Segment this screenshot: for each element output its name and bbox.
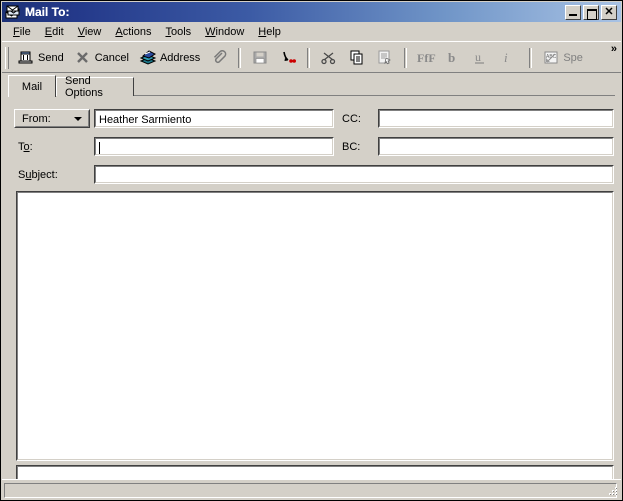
menu-tools[interactable]: Tools: [158, 24, 198, 40]
cc-label: CC:: [342, 113, 361, 125]
spellcheck-icon: ABC: [542, 49, 560, 66]
mail-compose-window: Mail To: ✕ File Edit View Actions Tools …: [0, 0, 623, 501]
svg-text:i: i: [504, 50, 508, 65]
italic-button[interactable]: i: [496, 46, 524, 70]
cancel-button[interactable]: Cancel: [69, 46, 134, 70]
send-options-button[interactable]: [274, 46, 302, 70]
spellcheck-button[interactable]: ABC Spe: [537, 46, 588, 70]
cut-scissors-icon: [320, 49, 338, 66]
bold-icon: b: [445, 49, 463, 66]
subject-label: Subject:: [18, 169, 58, 181]
close-icon: ✕: [604, 5, 614, 18]
title-bar[interactable]: Mail To: ✕: [2, 2, 621, 22]
send-mailbox-icon: [17, 49, 35, 66]
close-button[interactable]: ✕: [601, 4, 617, 20]
paste-icon: [376, 49, 394, 66]
save-floppy-icon: [251, 49, 269, 66]
address-book-icon: [139, 49, 157, 66]
send-button[interactable]: Send: [12, 46, 69, 70]
font-icon: FfF: [417, 49, 436, 66]
paste-button[interactable]: [371, 46, 399, 70]
status-bar: [2, 479, 621, 500]
toolbar-separator-4: [529, 47, 533, 68]
toolbar: Send Cancel Address FfF b u i ABC Spe »: [2, 41, 621, 73]
spellcheck-button-label: Spe: [563, 51, 583, 64]
bc-input[interactable]: [378, 137, 614, 156]
cut-button[interactable]: [315, 46, 343, 70]
menu-view[interactable]: View: [71, 24, 109, 40]
to-input[interactable]: [94, 137, 334, 156]
menu-help[interactable]: Help: [251, 24, 288, 40]
bold-button[interactable]: b: [440, 46, 468, 70]
toolbar-separator-1: [238, 47, 242, 68]
copy-icon: [348, 49, 366, 66]
copy-button[interactable]: [343, 46, 371, 70]
menu-file[interactable]: File: [6, 24, 38, 40]
mail-stack-icon: [5, 5, 21, 19]
to-label: To:: [18, 141, 33, 153]
menu-bar: File Edit View Actions Tools Window Help: [2, 22, 621, 41]
attach-paperclip-icon: [210, 49, 228, 66]
cc-input[interactable]: [378, 109, 614, 128]
send-options-icon: [279, 49, 297, 66]
toolbar-drag-handle[interactable]: [5, 46, 9, 69]
to-input-caret: [99, 142, 100, 154]
tab-send-options[interactable]: Send Options: [56, 75, 134, 99]
menu-actions[interactable]: Actions: [108, 24, 158, 40]
cancel-x-icon: [74, 49, 92, 66]
underline-icon: u: [473, 49, 491, 66]
toolbar-separator-2: [307, 47, 311, 68]
from-input[interactable]: Heather Sarmiento: [94, 109, 334, 128]
save-button[interactable]: [246, 46, 274, 70]
message-body-input[interactable]: [16, 191, 614, 461]
chevron-down-icon: [74, 116, 82, 121]
svg-text:FfF: FfF: [417, 51, 436, 65]
svg-text:u: u: [475, 50, 481, 64]
tab-mail-label: Mail: [21, 80, 43, 93]
send-button-label: Send: [38, 51, 64, 64]
underline-button[interactable]: u: [468, 46, 496, 70]
menu-edit[interactable]: Edit: [38, 24, 71, 40]
toolbar-separator-3: [404, 47, 408, 68]
subject-input[interactable]: [94, 165, 614, 184]
window-title: Mail To:: [25, 5, 70, 19]
from-input-value: Heather Sarmiento: [99, 114, 192, 126]
svg-text:b: b: [448, 50, 455, 65]
from-label: From:: [22, 112, 51, 125]
tab-strip: Mail Send Options: [8, 75, 615, 99]
toolbar-overflow-chevron-icon[interactable]: »: [611, 44, 617, 55]
bc-label: BC:: [342, 141, 361, 153]
from-dropdown[interactable]: From:: [14, 109, 90, 128]
client-area: Mail Send Options From: Heather Sarmient…: [2, 73, 621, 500]
cancel-button-label: Cancel: [94, 51, 129, 64]
resize-grip[interactable]: [606, 485, 619, 498]
font-button[interactable]: FfF: [412, 46, 440, 70]
address-button-label: Address: [159, 51, 201, 64]
status-panel: [4, 483, 617, 498]
window-controls: ✕: [565, 4, 619, 20]
maximize-button[interactable]: [583, 4, 599, 20]
italic-icon: i: [501, 49, 519, 66]
menu-window[interactable]: Window: [198, 24, 251, 40]
minimize-button[interactable]: [565, 4, 581, 20]
address-button[interactable]: Address: [134, 46, 205, 70]
tab-mail[interactable]: Mail: [8, 75, 56, 97]
attach-button[interactable]: [205, 46, 233, 70]
tab-send-options-label: Send Options: [65, 75, 103, 99]
